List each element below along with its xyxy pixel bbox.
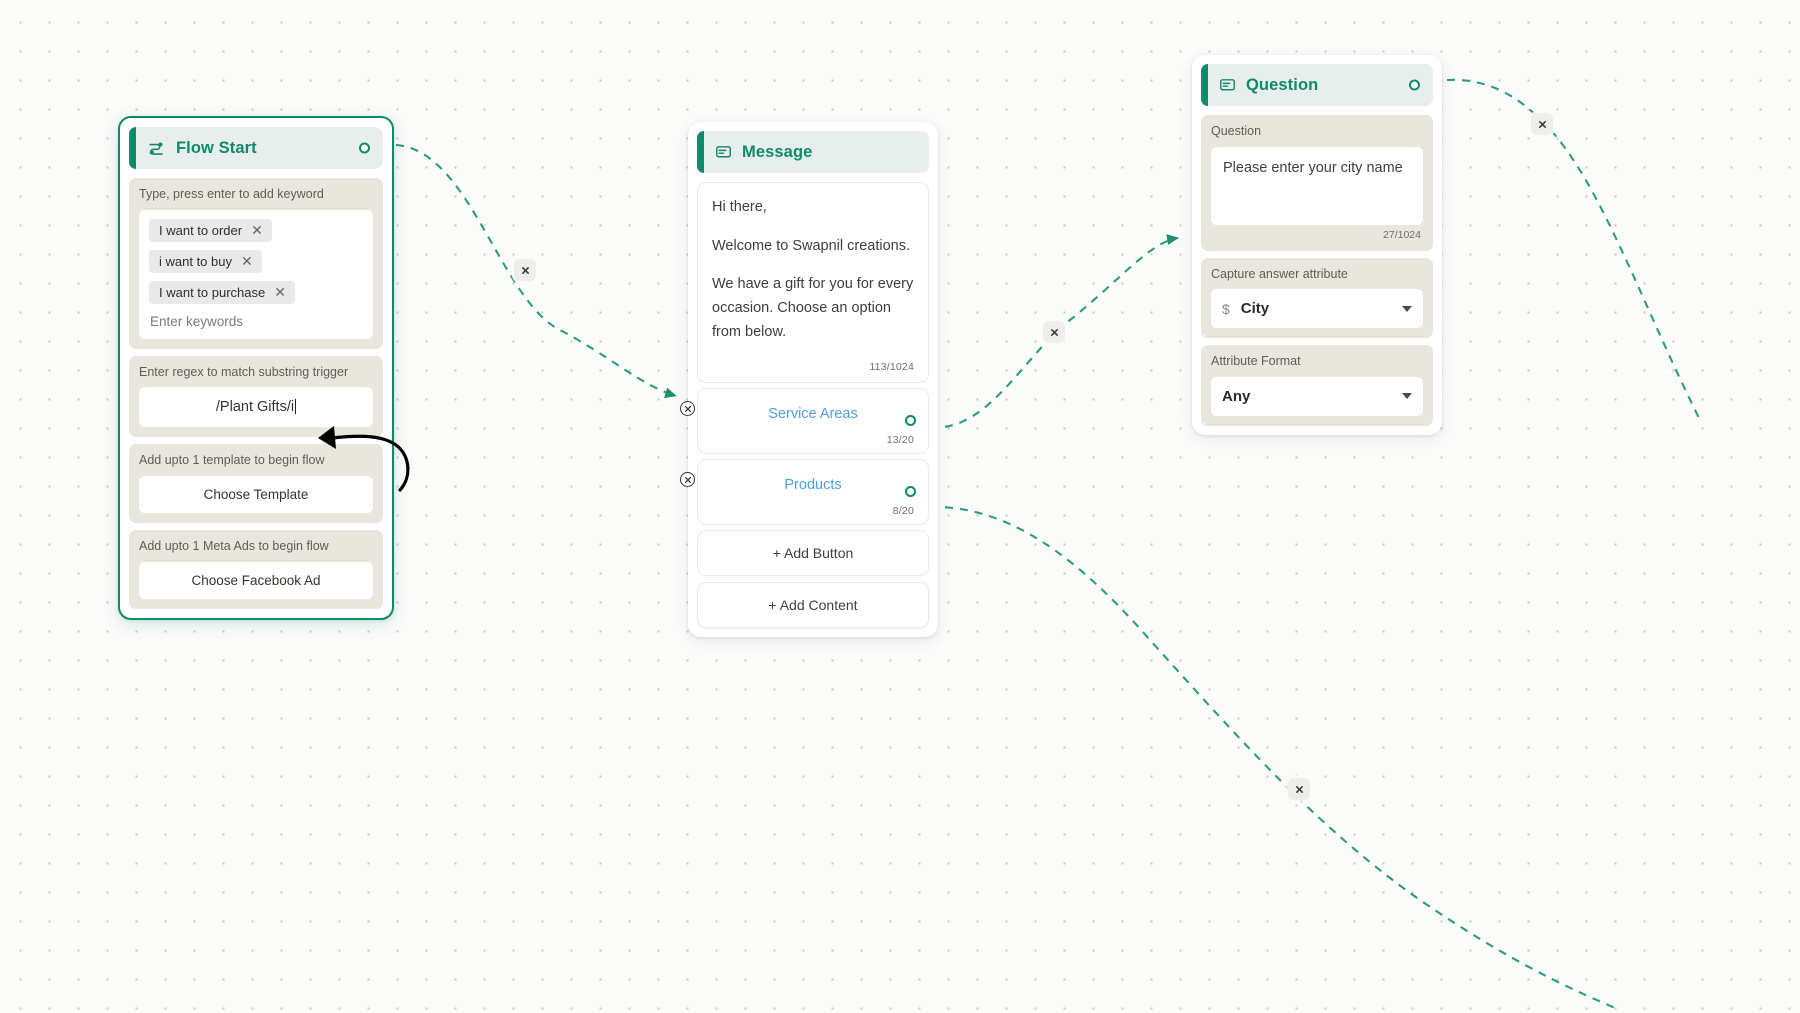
message-button-card[interactable]: Products 8/20	[680, 459, 929, 526]
message-button-counter: 8/20	[892, 505, 914, 518]
question-header[interactable]: Question	[1201, 64, 1433, 106]
message-button-card[interactable]: Service Areas 13/20	[680, 388, 929, 455]
flow-start-title: Flow Start	[176, 138, 257, 157]
message-icon	[715, 144, 732, 161]
keyword-chip[interactable]: I want to purchase ✕	[149, 280, 295, 304]
choose-template-button[interactable]: Choose Template	[139, 475, 373, 513]
regex-value: /Plant Gifts/i	[215, 399, 295, 416]
edge-delete-flowstart-message[interactable]	[514, 259, 536, 281]
ads-field-block: Add upto 1 Meta Ads to begin flow Choose…	[129, 529, 383, 609]
format-value: Any	[1222, 387, 1251, 405]
question-field-block: Question Please enter your city name 27/…	[1201, 115, 1433, 251]
add-button-button[interactable]: + Add Button	[697, 530, 929, 577]
edge-question-outgoing	[1446, 78, 1701, 421]
flow-canvas[interactable]: Flow Start Type, press enter to add keyw…	[0, 0, 1800, 1013]
ads-label: Add upto 1 Meta Ads to begin flow	[139, 538, 329, 553]
keywords-label: Type, press enter to add keyword	[139, 187, 324, 201]
edge-products-outgoing	[929, 505, 1621, 1011]
keyword-chip-label: I want to purchase	[159, 284, 266, 300]
message-button-counter: 13/20	[886, 434, 914, 447]
template-field-block: Add upto 1 template to begin flow Choose…	[129, 444, 383, 523]
attribute-label: Capture answer attribute	[1211, 266, 1348, 281]
question-label: Question	[1211, 124, 1262, 138]
keyword-chip-label: i want to buy	[159, 253, 232, 269]
regex-input[interactable]: /Plant Gifts/i	[139, 387, 373, 428]
message-title: Message	[742, 142, 813, 161]
regex-label: Enter regex to match substring trigger	[139, 364, 349, 379]
message-line: Welcome to Swapnil creations.	[712, 237, 910, 254]
message-button-label: Service Areas	[768, 406, 858, 423]
keyword-input[interactable]: Enter keywords	[149, 312, 363, 330]
message-counter: 113/1024	[869, 361, 914, 374]
edge-delete-message-question[interactable]	[1043, 321, 1065, 343]
format-label: Attribute Format	[1211, 354, 1301, 369]
question-input[interactable]: Please enter your city name	[1211, 146, 1423, 225]
question-body: Question Please enter your city name 27/…	[1192, 115, 1442, 435]
node-flow-start[interactable]: Flow Start Type, press enter to add keyw…	[118, 116, 394, 620]
question-output-handle[interactable]	[1409, 79, 1420, 91]
message-body: Hi there, Welcome to Swapnil creations. …	[680, 182, 938, 577]
keyword-chip-remove-icon[interactable]: ✕	[274, 285, 286, 299]
attribute-field-block: Capture answer attribute $ City	[1201, 257, 1433, 339]
flow-start-header[interactable]: Flow Start	[129, 127, 383, 169]
message-line: Hi there,	[712, 199, 767, 215]
format-select[interactable]: Any	[1211, 376, 1423, 416]
question-counter: 27/1024	[1383, 228, 1421, 241]
dollar-icon: $	[1222, 300, 1230, 317]
edge-delete-question-out[interactable]	[1531, 113, 1553, 135]
add-content-button[interactable]: + Add Content	[697, 582, 929, 629]
attribute-select[interactable]: $ City	[1211, 289, 1423, 329]
keywords-field-block: Type, press enter to add keyword I want …	[129, 178, 383, 349]
keyword-chip[interactable]: I want to order ✕	[149, 218, 272, 242]
flow-start-output-handle[interactable]	[359, 142, 370, 154]
node-message[interactable]: Message Hi there, Welcome to Swapnil cre…	[680, 122, 938, 638]
keyword-chip-remove-icon[interactable]: ✕	[241, 254, 253, 268]
remove-button-icon[interactable]	[680, 401, 695, 417]
remove-button-icon[interactable]	[680, 472, 695, 488]
message-header[interactable]: Message	[697, 131, 929, 173]
message-line: We have a gift for you for every occasio…	[712, 276, 914, 340]
message-text-area[interactable]: Hi there, Welcome to Swapnil creations. …	[697, 182, 929, 384]
edge-flowstart-to-message	[395, 143, 677, 399]
flow-start-icon	[147, 139, 166, 158]
question-icon	[1219, 77, 1236, 94]
node-question[interactable]: Question Question Please enter your city…	[1192, 55, 1442, 435]
keywords-box[interactable]: I want to order ✕ i want to buy ✕ I want t…	[139, 209, 373, 339]
message-button-label: Products	[784, 477, 842, 494]
flow-start-body: Type, press enter to add keyword I want …	[120, 178, 392, 618]
question-title: Question	[1246, 75, 1319, 94]
message-button-output-handle[interactable]	[905, 486, 916, 498]
choose-facebook-ad-button[interactable]: Choose Facebook Ad	[139, 561, 373, 599]
chevron-down-icon[interactable]	[1402, 305, 1412, 312]
text-caret	[295, 399, 297, 415]
keyword-chip-label: I want to order	[159, 222, 243, 238]
chevron-down-icon[interactable]	[1402, 393, 1412, 400]
keyword-chip[interactable]: i want to buy ✕	[149, 249, 262, 273]
message-button-output-handle[interactable]	[905, 415, 916, 427]
keyword-chip-remove-icon[interactable]: ✕	[251, 223, 263, 237]
format-field-block: Attribute Format Any	[1201, 345, 1433, 426]
template-label: Add upto 1 template to begin flow	[139, 453, 325, 468]
edge-delete-products-out[interactable]	[1288, 778, 1310, 800]
regex-field-block: Enter regex to match substring trigger /…	[129, 355, 383, 438]
attribute-value: City	[1240, 300, 1270, 318]
